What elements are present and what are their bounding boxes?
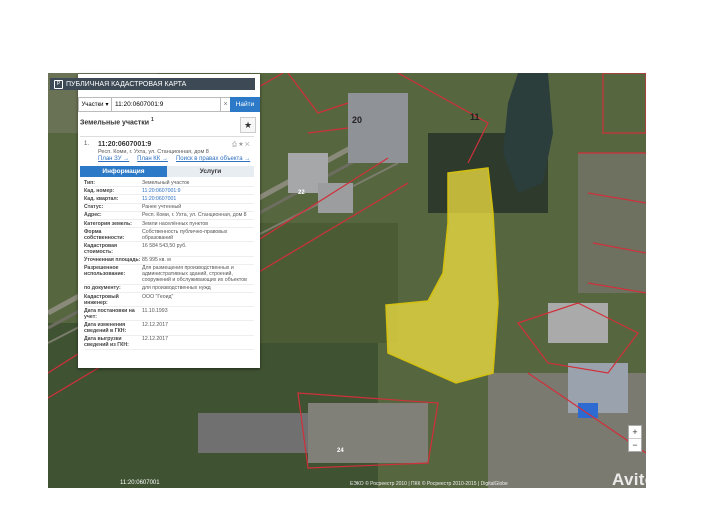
info-row-value: для производственных нужд	[142, 285, 211, 292]
app-title: ПУБЛИЧНАЯ КАДАСТРОВАЯ КАРТА	[66, 80, 187, 88]
info-row: Дата постановки на учет: 11.10.1993	[84, 307, 254, 322]
info-row-key: Статус:	[84, 204, 104, 211]
info-row: Разрешенное использование: Для размещения…	[84, 265, 254, 285]
map-label-number: 22	[298, 190, 305, 196]
map-label-number: 11	[470, 112, 480, 122]
info-row: по документу: для производственных нужд	[84, 285, 254, 294]
info-row: Дата изменения сведений в ГКН: 12.12.2017	[84, 321, 254, 336]
tab-services[interactable]: Услуги	[167, 166, 254, 177]
map-label-number: 20	[352, 115, 363, 125]
search-type-select[interactable]: Участки ▾	[78, 97, 112, 112]
info-row: Уточненная площадь: 85 995 кв. м	[84, 257, 254, 265]
avito-watermark: Avito	[612, 470, 656, 489]
app-titlebar: P ПУБЛИЧНАЯ КАДАСТРОВАЯ КАРТА	[50, 78, 255, 90]
info-row-key: Кадастровый инженер:	[84, 293, 119, 306]
info-row-key: Дата изменения сведений в ГКН:	[84, 322, 127, 335]
map-label-number: 24	[337, 448, 344, 454]
clear-icon[interactable]: ×	[221, 97, 230, 112]
info-row-key: Дата постановки на учет:	[84, 307, 135, 320]
info-row: Дата выгрузки сведений из ГКН: 12.12.2017	[84, 336, 254, 350]
info-row-key: Кад. номер:	[84, 187, 115, 194]
chevron-down-icon: ▾	[105, 102, 109, 108]
info-row-value: Респ. Коми, г. Ухта, ул. Станционная, до…	[142, 212, 247, 219]
info-row-value: 85 995 кв. м	[142, 257, 171, 264]
info-row-value: ООО "Геоид"	[142, 293, 174, 300]
info-row: Кадастровый инженер: ООО "Геоид"	[84, 293, 254, 308]
info-row-key: Кадастровая стоимость:	[84, 242, 118, 255]
info-row-value: 12.12.2017	[142, 336, 168, 343]
zoom-in-button[interactable]: +	[629, 426, 641, 438]
result-links: План ЗУ → План КК → Поиск в правах объек…	[98, 156, 250, 162]
info-row-key: Тип:	[84, 179, 96, 186]
link-rights-search[interactable]: Поиск в правах объекта →	[176, 156, 250, 162]
info-tabs: Информация Услуги	[80, 166, 254, 177]
link-plan-kk[interactable]: План КК →	[137, 156, 168, 162]
info-row-value: Земельный участок	[142, 179, 190, 186]
link-plan-zu[interactable]: План ЗУ →	[98, 156, 129, 162]
search-input[interactable]: 11:20:0607001:9	[112, 97, 221, 112]
divider	[80, 136, 254, 137]
favorite-star-icon[interactable]: ★	[240, 117, 256, 133]
info-row-value[interactable]: 11:20:0607001:9	[142, 188, 254, 194]
zoom-out-button[interactable]: −	[629, 438, 641, 451]
map-copyright: ЕЭКО © Росреестр 2010 | ПКК © Росреестр …	[350, 481, 508, 487]
results-count: 1	[150, 117, 154, 123]
info-row-value: 12.12.2017	[142, 322, 168, 329]
info-row-key: Дата выгрузки сведений из ГКН:	[84, 336, 129, 349]
info-row-key: по документу:	[84, 285, 121, 292]
tab-info[interactable]: Информация	[80, 166, 167, 177]
info-row-value: Земли населённых пунктов	[142, 220, 208, 227]
info-row: Тип: Земельный участок	[84, 179, 254, 188]
print-icon[interactable]: ⎙ ★ ✕	[232, 142, 250, 149]
info-row-key: Форма собственности:	[84, 228, 125, 241]
info-row-value: Для размещения производственных и админи…	[142, 265, 247, 284]
info-row: Статус: Ранее учтенный	[84, 204, 254, 212]
info-row: Адрес: Респ. Коми, г. Ухта, ул. Станционн…	[84, 212, 254, 220]
result-address: Респ. Коми, г. Ухта, ул. Станционная, до…	[98, 149, 209, 155]
zoom-control: + −	[628, 425, 642, 452]
info-row: Кадастровая стоимость: 16 584 543,50 руб.	[84, 242, 254, 257]
info-row-key: Категория земель:	[84, 220, 132, 227]
rosreestr-logo-icon: P	[54, 79, 63, 89]
info-row-value: Собственность публично-правовых образова…	[142, 228, 228, 241]
search-button[interactable]: Найти	[230, 97, 260, 112]
info-row-key: Адрес:	[84, 212, 102, 219]
info-table: Тип: Земельный участок Кад. номер: 11:20:06…	[84, 179, 254, 350]
result-cad-number[interactable]: 11:20:0607001:9	[98, 141, 151, 148]
info-row-key: Уточненная площадь:	[84, 257, 141, 264]
search-bar: Участки ▾ 11:20:0607001:9 × Найти	[78, 97, 260, 112]
info-row: Кад. номер: 11:20:0607001:9	[84, 187, 254, 196]
info-row-value: Ранее учтенный	[142, 204, 182, 211]
info-row: Форма собственности: Собственность публич…	[84, 228, 254, 243]
info-row-value: 11.10.1993	[142, 307, 168, 314]
info-row-key: Разрешенное использование:	[84, 265, 126, 278]
info-row-value[interactable]: 11:20:0607001	[142, 196, 254, 202]
results-header: Земельные участки 1	[80, 117, 154, 127]
info-row: Категория земель: Земли населённых пункто…	[84, 220, 254, 229]
map-quarter-code: 11:20:0607001	[120, 480, 160, 486]
info-row-key: Кад. квартал:	[84, 195, 119, 202]
info-row-value: 16 584 543,50 руб.	[142, 242, 187, 249]
info-row: Кад. квартал: 11:20:0607001	[84, 195, 254, 204]
